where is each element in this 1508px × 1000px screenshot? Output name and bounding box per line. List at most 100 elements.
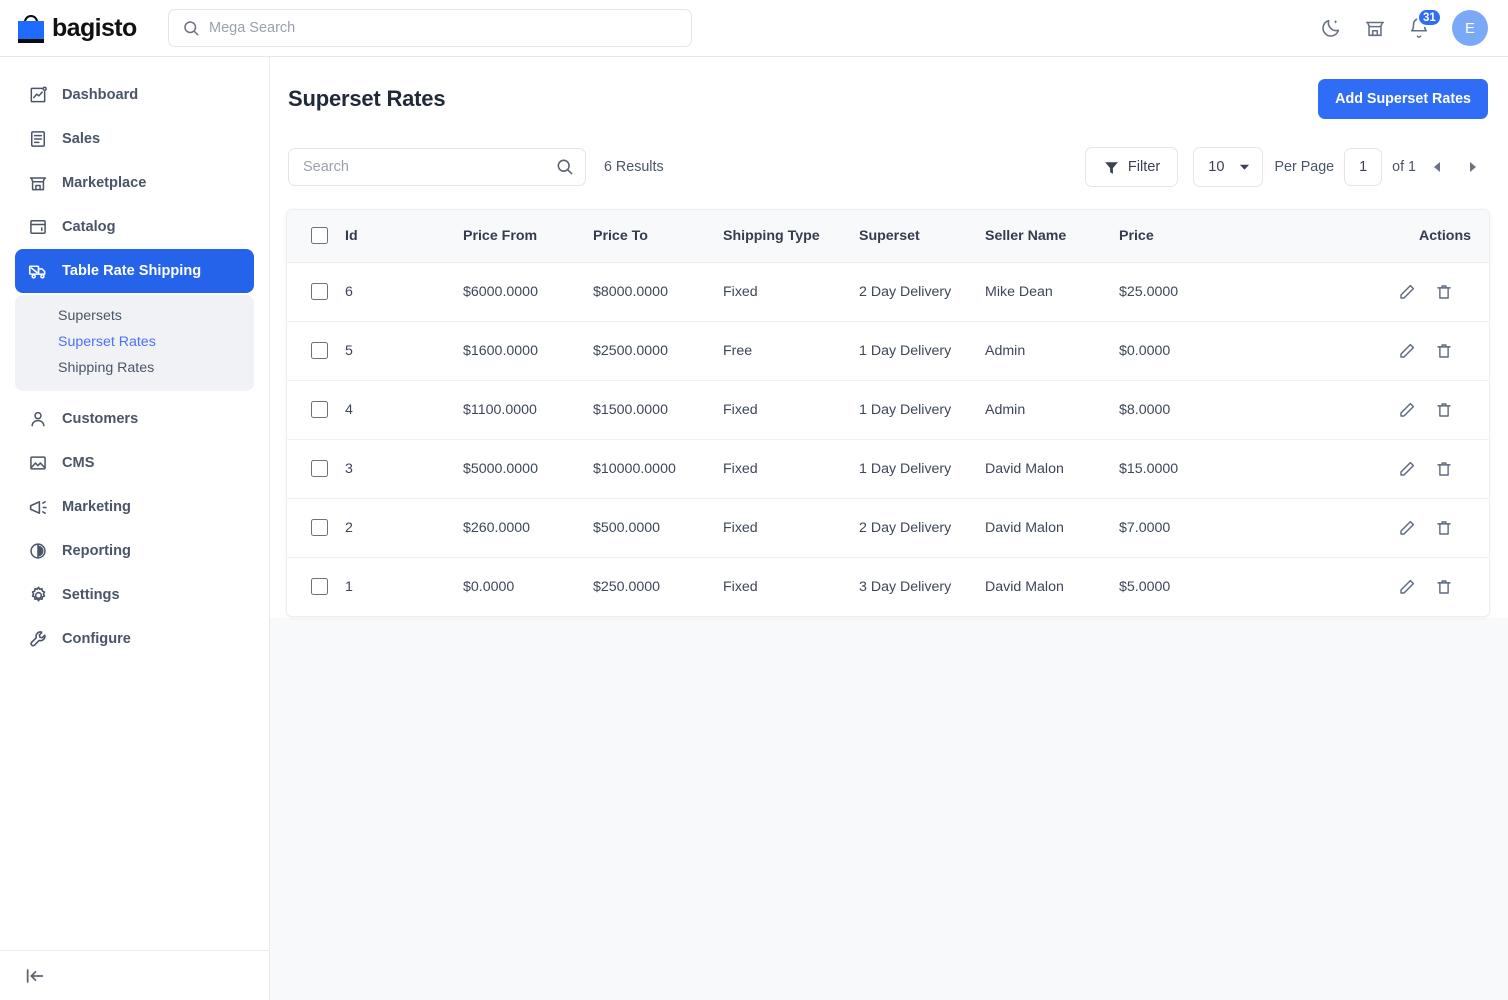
cell-shipping-type: Fixed	[723, 262, 859, 322]
cell-actions	[1294, 321, 1489, 381]
per-page-select[interactable]: 10	[1193, 147, 1263, 187]
cell-superset: 1 Day Delivery	[859, 380, 985, 440]
brand-logo[interactable]: bagisto	[0, 13, 150, 43]
sidebar-item-marketing[interactable]: Marketing	[15, 485, 254, 529]
table-body: 6 $6000.0000 $8000.0000 Fixed 2 Day Deli…	[287, 262, 1489, 616]
search-icon	[182, 19, 200, 37]
sidebar-item-marketplace[interactable]: Marketplace	[15, 161, 254, 205]
pencil-icon[interactable]	[1398, 460, 1416, 478]
pencil-icon[interactable]	[1398, 283, 1416, 301]
trash-icon[interactable]	[1435, 460, 1453, 478]
table-row[interactable]: 6 $6000.0000 $8000.0000 Fixed 2 Day Deli…	[287, 262, 1489, 322]
table-row[interactable]: 4 $1100.0000 $1500.0000 Fixed 1 Day Deli…	[287, 380, 1489, 440]
filter-button[interactable]: Filter	[1084, 147, 1179, 187]
search-box[interactable]	[288, 148, 586, 186]
page-title: Superset Rates	[288, 86, 446, 111]
filter-label: Filter	[1127, 159, 1161, 175]
sidebar-subitem-supersets[interactable]: Supersets	[15, 303, 254, 329]
table-row[interactable]: 3 $5000.0000 $10000.0000 Fixed 1 Day Del…	[287, 439, 1489, 499]
row-checkbox[interactable]	[311, 460, 328, 477]
pencil-icon[interactable]	[1398, 519, 1416, 537]
table-row[interactable]: 1 $0.0000 $250.0000 Fixed 3 Day Delivery…	[287, 557, 1489, 616]
chevron-down-icon	[1239, 163, 1250, 171]
column-header-superset[interactable]: Superset	[859, 210, 985, 263]
cell-price-from: $260.0000	[463, 498, 593, 558]
table-header-row: Id Price From Price To Shipping Type Sup…	[287, 210, 1489, 263]
content-panel: Superset Rates Add Superset Rates 6 Resu…	[270, 57, 1508, 618]
trash-icon[interactable]	[1435, 519, 1453, 537]
cell-shipping-type: Fixed	[723, 578, 758, 595]
row-checkbox[interactable]	[311, 578, 328, 596]
trash-icon[interactable]	[1435, 342, 1453, 360]
brand-name: bagisto	[52, 13, 137, 42]
column-header-price[interactable]: Price	[1119, 210, 1294, 263]
cell-id: 6	[345, 262, 463, 322]
sidebar: Dashboard Sales Marketplace Catalog Tabl…	[0, 57, 270, 1000]
sidebar-item-table-rate-shipping[interactable]: Table Rate Shipping	[15, 249, 254, 293]
page-number-input[interactable]	[1344, 148, 1383, 186]
cell-seller-name: David Malon	[985, 578, 1064, 595]
sidebar-subitem-superset-rates[interactable]: Superset Rates	[15, 329, 254, 355]
cell-seller-name: Admin	[985, 321, 1119, 381]
pencil-icon[interactable]	[1398, 578, 1416, 596]
store-icon[interactable]	[1364, 17, 1386, 39]
filter-icon	[1103, 159, 1120, 176]
table-row[interactable]: 2 $260.0000 $500.0000 Fixed 2 Day Delive…	[287, 498, 1489, 558]
pencil-icon[interactable]	[1398, 342, 1416, 360]
column-header-id[interactable]: Id	[345, 210, 463, 263]
trash-icon[interactable]	[1435, 401, 1453, 419]
row-checkbox[interactable]	[311, 283, 328, 300]
cell-superset: 2 Day Delivery	[859, 498, 985, 558]
sidebar-item-settings[interactable]: Settings	[15, 573, 254, 617]
sidebar-item-customers[interactable]: Customers	[15, 397, 254, 441]
toolbar-right: Filter 10 Per Page of 1	[1084, 147, 1488, 187]
cell-price-to: $500.0000	[593, 498, 723, 558]
row-select-cell	[287, 321, 345, 381]
sidebar-item-cms[interactable]: CMS	[15, 441, 254, 485]
sidebar-item-configure[interactable]: Configure	[15, 617, 254, 661]
sidebar-item-label: Marketplace	[62, 175, 147, 191]
user-icon	[27, 408, 49, 430]
column-header-shipping-type[interactable]: Shipping Type	[723, 210, 859, 263]
sidebar-item-reporting[interactable]: Reporting	[15, 529, 254, 573]
row-select-cell	[287, 498, 345, 558]
column-header-price-to[interactable]: Price To	[593, 210, 723, 263]
row-checkbox[interactable]	[311, 401, 328, 418]
cell-price: $5.0000	[1119, 578, 1171, 595]
cell-superset: 1 Day Delivery	[859, 439, 985, 499]
cell-price: $25.0000	[1119, 262, 1294, 322]
image-icon	[27, 452, 49, 474]
sidebar-item-sales[interactable]: Sales	[15, 117, 254, 161]
column-header-seller-name[interactable]: Seller Name	[985, 210, 1119, 263]
search-icon[interactable]	[555, 157, 574, 176]
select-all-checkbox[interactable]	[311, 227, 328, 245]
row-checkbox[interactable]	[311, 342, 328, 359]
sidebar-subitem-shipping-rates[interactable]: Shipping Rates	[15, 355, 254, 381]
cell-price-from: $1600.0000	[463, 321, 593, 381]
cell-superset: 3 Day Delivery	[859, 578, 952, 595]
mega-search-input[interactable]	[168, 9, 692, 47]
cell-price-to: $2500.0000	[593, 321, 723, 381]
table-row[interactable]: 5 $1600.0000 $2500.0000 Free 1 Day Deliv…	[287, 321, 1489, 381]
moon-icon[interactable]	[1320, 17, 1342, 39]
bell-icon[interactable]: 31	[1408, 8, 1442, 39]
sidebar-item-dashboard[interactable]: Dashboard	[15, 73, 254, 117]
column-header-actions: Actions	[1294, 210, 1489, 263]
main-content: Superset Rates Add Superset Rates 6 Resu…	[270, 57, 1508, 1000]
pencil-icon[interactable]	[1398, 401, 1416, 419]
chevron-right-icon[interactable]	[1458, 152, 1488, 182]
add-superset-rates-button[interactable]: Add Superset Rates	[1318, 79, 1488, 119]
row-select-cell	[287, 380, 345, 440]
trash-icon[interactable]	[1435, 283, 1453, 301]
sidebar-nav: Dashboard Sales Marketplace Catalog Tabl…	[0, 57, 269, 661]
chevron-left-icon[interactable]	[1422, 152, 1452, 182]
cell-seller-name: Admin	[985, 380, 1119, 440]
avatar[interactable]: E	[1452, 10, 1488, 46]
row-checkbox[interactable]	[311, 519, 328, 536]
trash-icon[interactable]	[1435, 578, 1453, 596]
collapse-sidebar-icon[interactable]	[24, 965, 46, 987]
sidebar-item-catalog[interactable]: Catalog	[15, 205, 254, 249]
search-input[interactable]	[288, 148, 586, 186]
column-header-price-from[interactable]: Price From	[463, 210, 593, 263]
mega-search[interactable]	[168, 9, 692, 47]
